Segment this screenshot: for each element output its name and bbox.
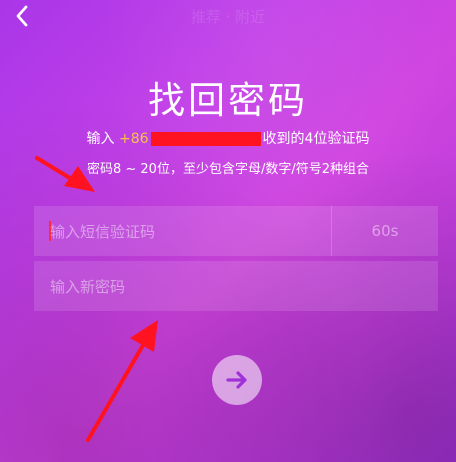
annotation-arrow-rule <box>35 156 95 192</box>
annotation-arrow-field <box>86 320 158 442</box>
annotation-overlay <box>35 156 158 442</box>
